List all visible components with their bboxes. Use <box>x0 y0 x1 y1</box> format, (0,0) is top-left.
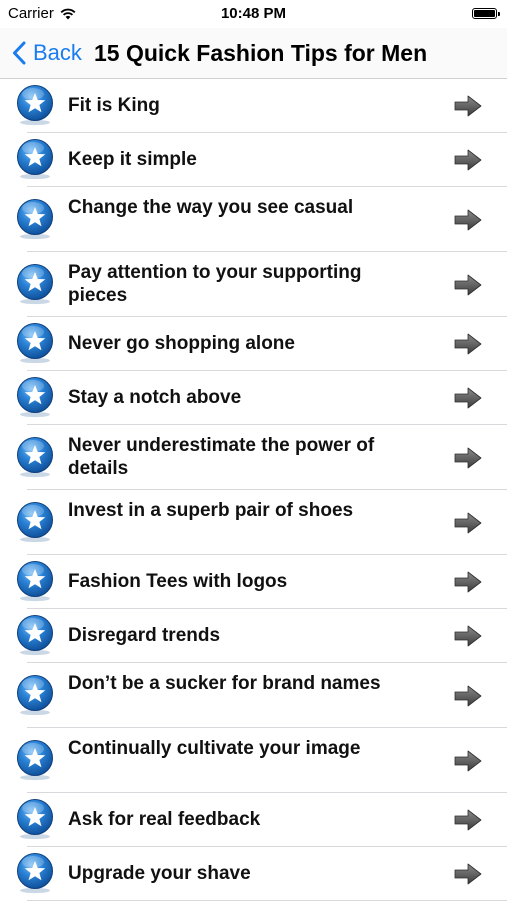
list-item[interactable]: Fit is King <box>0 79 507 133</box>
star-badge-icon <box>17 799 53 840</box>
list-item[interactable]: Don’t be a sucker for brand names <box>0 663 507 728</box>
star-badge-icon <box>17 199 53 240</box>
list-item[interactable]: Never underestimate the power of details <box>0 425 507 490</box>
list-item-label: Keep it simple <box>68 149 197 170</box>
list-item[interactable]: Pay attention to your supporting pieces <box>0 252 507 317</box>
star-badge-icon <box>17 502 53 543</box>
arrow-right-icon <box>454 625 482 647</box>
list-item[interactable]: Disregard trends <box>0 609 507 663</box>
status-time: 10:48 PM <box>220 5 287 22</box>
star-badge-icon <box>17 437 53 478</box>
list-item-label: Pay attention to your supporting pieces <box>68 262 362 306</box>
tips-list: Fit is King Keep it simple Change the way … <box>0 79 507 901</box>
arrow-right-icon <box>454 274 482 296</box>
list-item-label: Upgrade your shave <box>68 863 251 884</box>
status-bar: Carrier 10:48 PM <box>0 0 507 28</box>
list-item-label: Never go shopping alone <box>68 333 295 354</box>
arrow-right-icon <box>454 809 482 831</box>
list-item[interactable]: Upgrade your shave <box>0 847 507 901</box>
list-item[interactable]: Invest in a superb pair of shoes <box>0 490 507 555</box>
star-badge-icon <box>17 264 53 305</box>
back-label: Back <box>33 40 82 65</box>
list-item-label: Change the way you see casual <box>68 197 354 218</box>
list-item[interactable]: Fashion Tees with logos <box>0 555 507 609</box>
chevron-left-icon <box>13 41 26 65</box>
list-item-label: Fit is King <box>68 95 160 116</box>
list-item-label: Disregard trends <box>68 625 221 646</box>
list-item[interactable]: Continually cultivate your image <box>0 728 507 793</box>
star-badge-icon <box>17 615 53 656</box>
list-item-label: Stay a notch above <box>68 387 242 408</box>
arrow-right-icon <box>454 512 482 534</box>
arrow-right-icon <box>454 863 482 885</box>
arrow-right-icon <box>454 685 482 707</box>
star-badge-icon <box>17 377 53 418</box>
list-item-label: Don’t be a sucker for brand names <box>68 673 381 694</box>
star-badge-icon <box>17 85 53 126</box>
star-badge-icon <box>17 675 53 716</box>
battery-icon <box>472 8 500 19</box>
arrow-right-icon <box>454 571 482 593</box>
list-item[interactable]: Change the way you see casual <box>0 187 507 252</box>
star-badge-icon <box>17 139 53 180</box>
star-badge-icon <box>17 323 53 364</box>
star-badge-icon <box>17 740 53 781</box>
list-item-label: Fashion Tees with logos <box>68 571 288 592</box>
arrow-right-icon <box>454 209 482 231</box>
arrow-right-icon <box>454 149 482 171</box>
star-badge-icon <box>17 853 53 894</box>
list-item-label: Ask for real feedback <box>68 809 261 830</box>
list-item-label: Continually cultivate your image <box>68 738 361 759</box>
list-item-label: Invest in a superb pair of shoes <box>68 500 354 521</box>
arrow-right-icon <box>454 95 482 117</box>
arrow-right-icon <box>454 447 482 469</box>
list-item[interactable]: Keep it simple <box>0 133 507 187</box>
star-badge-icon <box>17 561 53 602</box>
list-item[interactable]: Stay a notch above <box>0 371 507 425</box>
navigation-bar: Back 15 Quick Fashion Tips for Men <box>0 28 507 79</box>
arrow-right-icon <box>454 333 482 355</box>
back-button[interactable]: Back <box>12 38 82 68</box>
list-item-label: Never underestimate the power of details <box>68 435 375 479</box>
list-item[interactable]: Ask for real feedback <box>0 793 507 847</box>
page-title: 15 Quick Fashion Tips for Men <box>94 40 428 66</box>
arrow-right-icon <box>454 750 482 772</box>
list-item[interactable]: Never go shopping alone <box>0 317 507 371</box>
arrow-right-icon <box>454 387 482 409</box>
